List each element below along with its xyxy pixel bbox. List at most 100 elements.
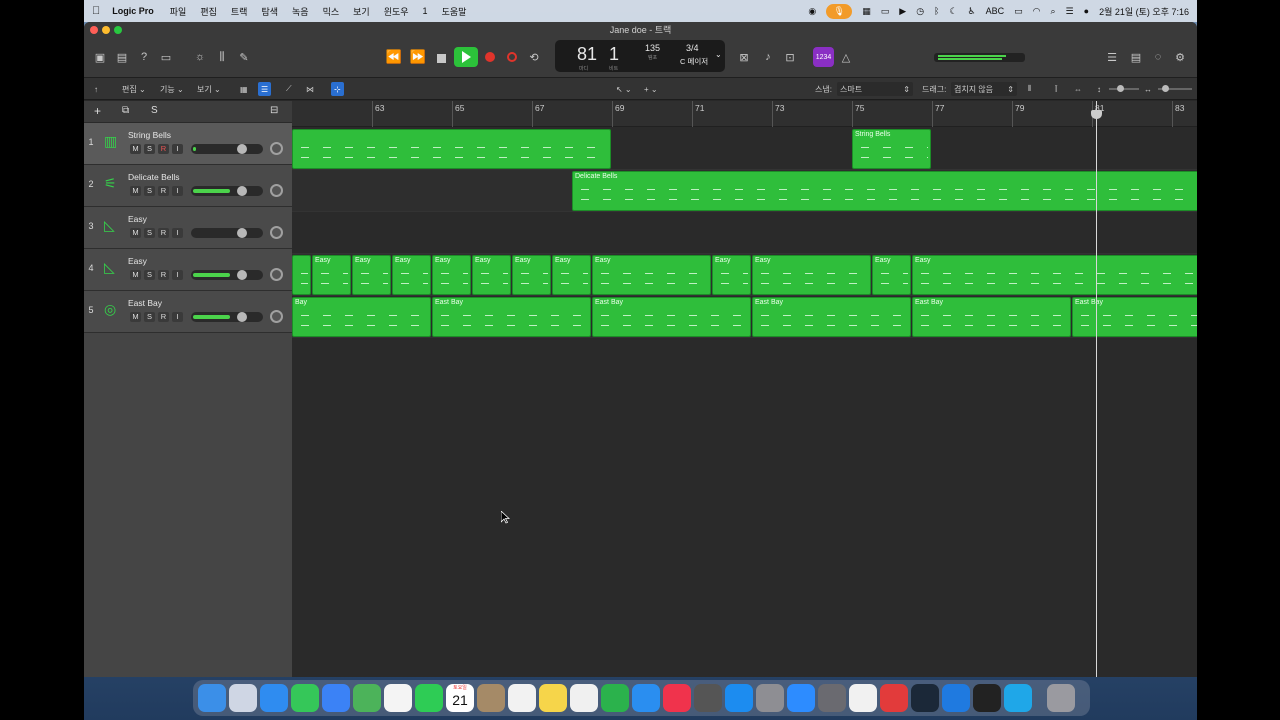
midi-region[interactable]: Easy — [592, 255, 711, 295]
menu-item-help[interactable]: 도움말 — [442, 5, 467, 18]
tuner-icon[interactable]: ⊠ — [736, 48, 752, 66]
solo-mode-icon[interactable]: ⊡ — [782, 48, 798, 66]
pan-knob[interactable] — [270, 310, 283, 323]
vertical-fit-icon[interactable]: Ī — [1055, 82, 1057, 96]
midi-region[interactable]: East Bay — [752, 297, 911, 337]
lcd-display[interactable]: 81 1 마디 비트 135 템포 3/4 C 메이저 ⌄ — [555, 40, 725, 72]
volume-slider[interactable] — [191, 186, 263, 196]
solo-button[interactable]: S — [144, 186, 155, 196]
grid-view-icon[interactable]: ▦ — [240, 82, 248, 96]
menu-app-name[interactable]: Logic Pro — [112, 6, 154, 16]
track-lane[interactable]: String Bells — [292, 128, 1197, 170]
horizontal-zoom-icon[interactable]: ↔ — [1144, 82, 1152, 96]
solo-button[interactable]: S — [144, 228, 155, 238]
volume-slider[interactable] — [191, 270, 263, 280]
track-header[interactable]: 1 ▥ String Bells M S R I — [84, 123, 292, 165]
pan-knob[interactable] — [270, 184, 283, 197]
numbers-icon[interactable] — [601, 684, 629, 712]
input-monitor-button[interactable]: I — [172, 186, 183, 196]
smart-controls-icon[interactable]: ☼ — [192, 48, 208, 66]
music-icon[interactable] — [663, 684, 691, 712]
midi-region[interactable]: East Bay — [432, 297, 591, 337]
edit-menu[interactable]: 편집 ⌄ — [122, 82, 146, 96]
menu-clock[interactable]: 2월 21일 (토) 오후 7:16 — [1099, 5, 1189, 18]
keynote-icon[interactable] — [632, 684, 660, 712]
lcd-tempo[interactable]: 135 — [645, 43, 660, 53]
midi-region[interactable]: East Bay — [592, 297, 751, 337]
zoom-button[interactable] — [114, 26, 122, 34]
metronome-icon[interactable]: ♪ — [760, 48, 776, 66]
maps-icon[interactable] — [353, 684, 381, 712]
pointer-tool-menu[interactable]: ↖ ⌄ — [616, 82, 632, 96]
snap-to-grid-icon[interactable]: ⊹ — [331, 82, 344, 96]
track-name[interactable]: East Bay — [128, 298, 162, 308]
vertical-zoom-icon[interactable]: ↕ — [1097, 82, 1101, 96]
clock-icon[interactable]: ◷ — [916, 6, 924, 17]
record-enable-button[interactable]: R — [158, 186, 169, 196]
record-enable-button[interactable]: R — [158, 228, 169, 238]
trash-icon[interactable] — [1047, 684, 1075, 712]
screenshot-icon[interactable] — [694, 684, 722, 712]
menu-item-view[interactable]: 보기 — [353, 5, 370, 18]
arrange-area[interactable]: 63 65 67 69 71 73 75 77 79 81 83 String Bells Deli… — [292, 101, 1197, 677]
track-name[interactable]: Delicate Bells — [128, 172, 180, 182]
track-header[interactable]: 2 ⚟ Delicate Bells M S R I — [84, 165, 292, 207]
moon-icon[interactable]: ☾ — [949, 6, 957, 17]
finder-icon[interactable] — [198, 684, 226, 712]
midi-region[interactable]: Easy — [552, 255, 591, 295]
midi-region[interactable]: Easy — [512, 255, 551, 295]
midi-region[interactable]: Easy — [472, 255, 511, 295]
stop-button[interactable] — [434, 49, 448, 67]
close-button[interactable] — [90, 26, 98, 34]
inspector-icon[interactable]: ▤ — [114, 48, 130, 66]
solo-button[interactable]: S — [144, 270, 155, 280]
track-lane[interactable]: Easy Easy Easy Easy Easy Easy Easy Easy — [292, 254, 1197, 296]
notes-icon[interactable] — [539, 684, 567, 712]
midi-region[interactable]: East Bay — [912, 297, 1071, 337]
track-header[interactable]: 4 ◺ Easy M S R I — [84, 249, 292, 291]
parallels-icon[interactable] — [880, 684, 908, 712]
infuse-icon[interactable] — [849, 684, 877, 712]
track-options-icon[interactable]: ⊟ — [270, 105, 278, 116]
toolbar-icon[interactable]: ▭ — [158, 48, 174, 66]
menu-item-record[interactable]: 녹음 — [292, 5, 309, 18]
track-name[interactable]: Easy — [128, 214, 147, 224]
horizontal-zoom-slider[interactable] — [1158, 82, 1192, 96]
mute-button[interactable]: M — [130, 144, 141, 154]
midi-region[interactable]: Easy — [432, 255, 471, 295]
lcd-time-signature[interactable]: 3/4 — [686, 43, 699, 53]
midi-region[interactable]: Easy — [912, 255, 1197, 295]
global-tracks-button[interactable]: S — [151, 105, 158, 116]
drag-select[interactable]: 겹치지 않음 ⇕ — [951, 82, 1017, 96]
midi-region[interactable]: Delicate Bells — [572, 171, 1197, 211]
pan-knob[interactable] — [270, 142, 283, 155]
menu-item-file[interactable]: 파일 — [170, 5, 187, 18]
midi-region[interactable]: Easy — [712, 255, 751, 295]
play-icon[interactable]: ▶ — [899, 6, 906, 17]
mixer-icon[interactable]: ⫼ — [214, 48, 230, 66]
forward-button[interactable]: ⏩ — [408, 48, 428, 66]
logic-pro-icon[interactable] — [973, 684, 1001, 712]
snap-select[interactable]: 스마트 ⇕ — [837, 82, 913, 96]
play-button[interactable] — [454, 47, 478, 67]
grid-icon[interactable]: ▦ — [862, 6, 871, 17]
settings-icon[interactable] — [756, 684, 784, 712]
duplicate-track-icon[interactable]: ⧉ — [122, 105, 129, 116]
lcd-key[interactable]: C 메이저 — [680, 56, 708, 67]
messages-icon[interactable] — [291, 684, 319, 712]
pan-knob[interactable] — [270, 268, 283, 281]
microphone-icon[interactable]: 🎙 — [826, 3, 853, 19]
volume-knob[interactable] — [237, 144, 247, 154]
search-icon[interactable]: ⌕ — [1051, 6, 1056, 17]
midi-region[interactable]: Easy — [872, 255, 911, 295]
input-monitor-button[interactable]: I — [172, 312, 183, 322]
record-button[interactable] — [482, 48, 498, 66]
track-header[interactable]: 5 ◎ East Bay M S R I — [84, 291, 292, 333]
browsers-icon[interactable]: ⚙ — [1172, 48, 1188, 66]
track-header[interactable]: 3 ◺ Easy M S R I — [84, 207, 292, 249]
midi-region[interactable]: String Bells — [852, 129, 931, 169]
record-enable-button[interactable]: R — [158, 312, 169, 322]
bluetooth-icon[interactable]: ᛒ — [934, 6, 939, 16]
volume-slider[interactable] — [191, 312, 263, 322]
launchpad-icon[interactable] — [229, 684, 257, 712]
